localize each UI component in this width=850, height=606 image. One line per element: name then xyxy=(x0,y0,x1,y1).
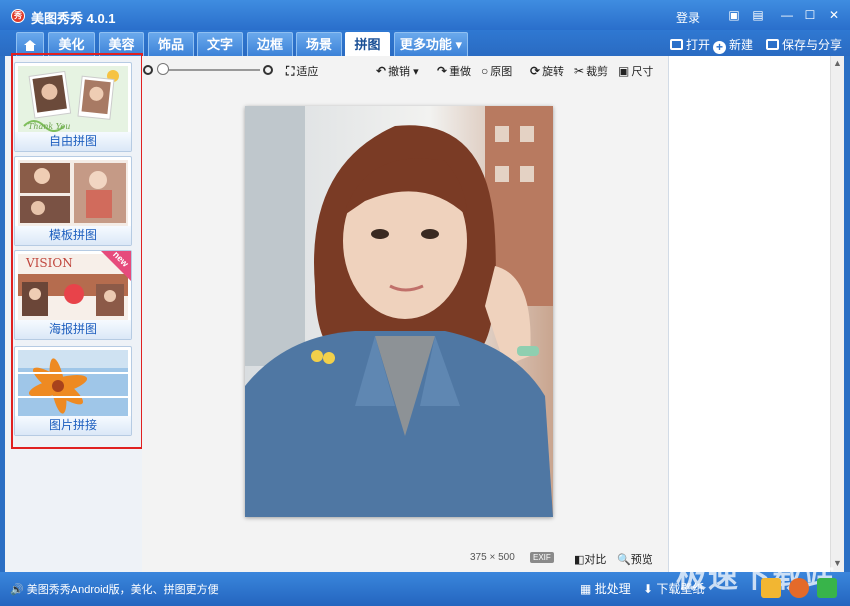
zoom-out-button[interactable] xyxy=(143,64,153,78)
compare-button[interactable]: ◧对比 xyxy=(574,551,606,567)
undo-icon: ↶ xyxy=(376,64,387,78)
new-button[interactable]: + 新建 xyxy=(713,36,753,54)
rotate-icon: ⟳ xyxy=(530,64,541,78)
save-icon xyxy=(766,39,779,50)
star-icon[interactable] xyxy=(761,578,781,598)
exif-button[interactable]: EXIF xyxy=(530,552,554,563)
original-button[interactable]: ○ 原图 xyxy=(481,63,512,79)
maximize-button[interactable]: ☐ xyxy=(800,7,820,24)
edited-photo[interactable] xyxy=(245,106,553,517)
download-icon: ⬇ xyxy=(643,582,654,596)
zoom-in-button[interactable] xyxy=(263,64,273,78)
tab-collage[interactable]: 拼图 xyxy=(345,32,390,56)
tab-accessories[interactable]: 饰品 xyxy=(148,32,194,56)
speaker-icon: 🔊 xyxy=(10,584,24,596)
image-dimensions: 375 × 500 xyxy=(470,552,515,563)
title-bar: 秀 美图秀秀 4.0.1 登录 ▣ ▤ — ☐ ✕ xyxy=(0,0,850,30)
plus-icon: + xyxy=(713,41,726,54)
app-title: 美图秀秀 4.0.1 xyxy=(31,11,116,26)
fit-button[interactable]: ⛶ 适应 xyxy=(286,63,318,79)
zoom-out-icon xyxy=(143,65,153,75)
folder-icon xyxy=(670,39,683,50)
preview-icon: 🔍 xyxy=(617,554,631,566)
minimize-button[interactable]: — xyxy=(777,7,797,24)
app-logo-icon: 秀 xyxy=(11,9,25,23)
app-badge-icon[interactable] xyxy=(789,578,809,598)
highlight-box xyxy=(11,53,143,449)
plus-app-icon[interactable] xyxy=(817,578,837,598)
zoom-in-icon xyxy=(263,65,273,75)
undo-button[interactable]: ↶ 撤销 ▾ xyxy=(376,63,419,79)
site-watermark: 极速下载站 xyxy=(676,561,836,594)
batch-icon: ▦ xyxy=(580,582,592,596)
open-button[interactable]: 打开 xyxy=(670,36,710,53)
original-icon: ○ xyxy=(481,64,489,78)
scroll-up-arrow-icon[interactable]: ▲ xyxy=(833,58,842,68)
tab-more[interactable]: 更多功能 ▾ xyxy=(394,32,468,56)
crop-button[interactable]: ✂ 裁剪 xyxy=(574,63,608,79)
tab-border[interactable]: 边框 xyxy=(247,32,293,56)
size-button[interactable]: ▣ 尺寸 xyxy=(618,63,653,79)
compare-icon: ◧ xyxy=(574,554,585,566)
fit-icon: ⛶ xyxy=(286,64,295,78)
portrait-photo-image xyxy=(245,106,553,517)
rotate-button[interactable]: ⟳ 旋转 xyxy=(530,63,564,79)
login-link[interactable]: 登录 xyxy=(676,9,700,26)
home-icon xyxy=(24,40,36,51)
preview-button[interactable]: 🔍预览 xyxy=(617,551,653,567)
status-message[interactable]: 🔊 美图秀秀Android版，美化、拼图更方便 xyxy=(10,581,219,597)
zoom-slider-handle[interactable] xyxy=(157,63,169,75)
tab-text[interactable]: 文字 xyxy=(197,32,243,56)
tab-scene[interactable]: 场景 xyxy=(296,32,342,56)
size-icon: ▣ xyxy=(618,64,630,78)
redo-button[interactable]: ↷ 重做 xyxy=(437,63,471,79)
crop-icon: ✂ xyxy=(574,64,585,78)
save-share-button[interactable]: 保存与分享 xyxy=(766,36,842,53)
close-button[interactable]: ✕ xyxy=(824,7,844,24)
batch-process-button[interactable]: ▦ 批处理 xyxy=(580,580,631,597)
redo-icon: ↷ xyxy=(437,64,448,78)
right-panel xyxy=(668,56,830,572)
zoom-slider-track[interactable] xyxy=(160,69,260,71)
vertical-scrollbar[interactable] xyxy=(830,56,844,572)
feedback-icon[interactable]: ▣ xyxy=(724,7,744,24)
menu-icon[interactable]: ▤ xyxy=(748,7,768,24)
